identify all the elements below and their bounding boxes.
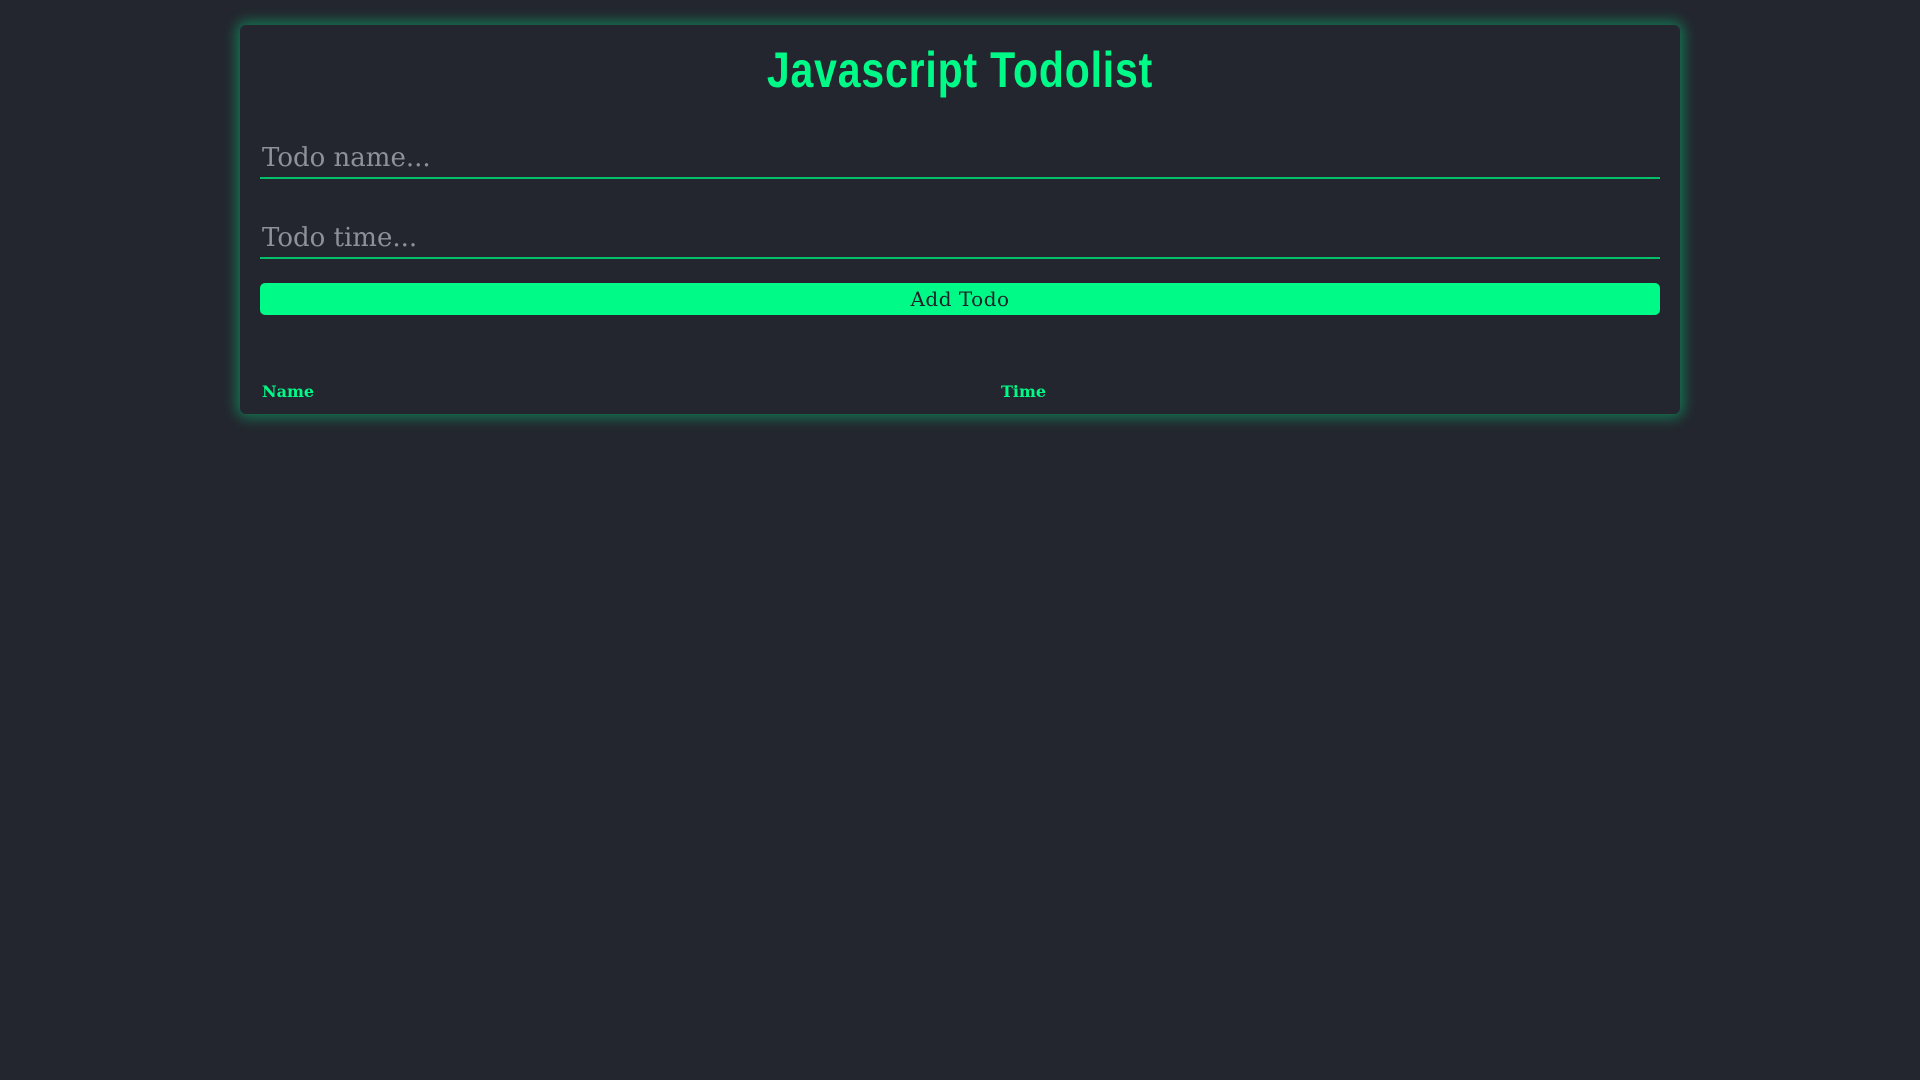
column-header-time: Time (1001, 382, 1047, 401)
page-title: Javascript Todolist (766, 42, 1154, 98)
todo-list-header: Name Time (262, 382, 1662, 406)
column-header-name: Name (262, 382, 315, 401)
add-todo-button[interactable]: Add Todo (260, 283, 1660, 315)
todo-time-input[interactable] (260, 219, 1660, 259)
todo-name-input[interactable] (260, 139, 1660, 179)
todo-card: Javascript Todolist Add Todo Name Time (240, 25, 1680, 414)
